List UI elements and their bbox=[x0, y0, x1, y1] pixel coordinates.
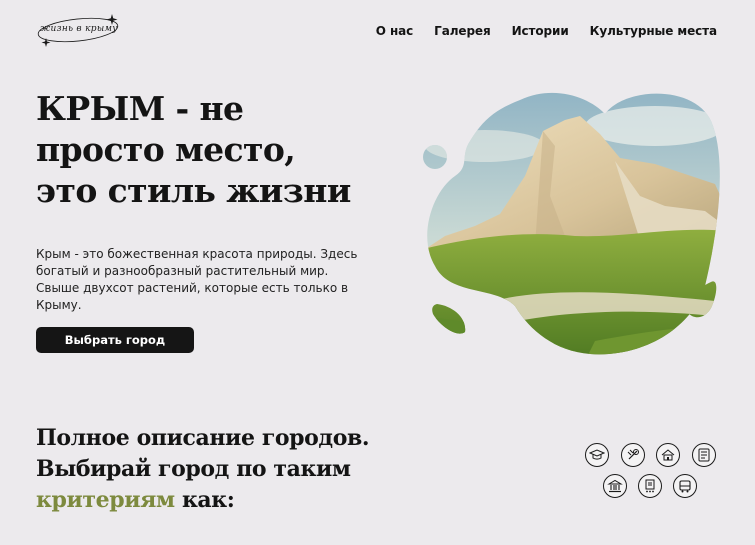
main-nav: О нас Галерея Истории Культурные места bbox=[376, 24, 717, 38]
prices-icon[interactable] bbox=[692, 443, 716, 467]
museum-icon[interactable] bbox=[603, 474, 627, 498]
hero-description: Крым - это божественная красота природы.… bbox=[36, 247, 358, 312]
hero-title: КРЫМ - не просто место, это стиль жизни bbox=[36, 88, 396, 211]
criteria-icons bbox=[584, 441, 720, 503]
logo[interactable]: жизнь в крыму bbox=[34, 12, 124, 50]
criteria-accent-word: критериям bbox=[36, 487, 175, 513]
nav-stories[interactable]: Истории bbox=[512, 24, 569, 38]
hero-title-line-1: КРЫМ - не bbox=[36, 89, 244, 128]
document-icon[interactable] bbox=[638, 474, 662, 498]
hero-title-line-2: просто место, bbox=[36, 130, 296, 169]
education-icon[interactable] bbox=[585, 443, 609, 467]
housing-icon[interactable] bbox=[656, 443, 680, 467]
food-icon[interactable] bbox=[621, 443, 645, 467]
criteria-line-1: Полное описание городов. bbox=[36, 425, 370, 451]
criteria-line-2: Выбирай город по таким bbox=[36, 456, 351, 482]
criteria-line-3-rest: как: bbox=[174, 487, 235, 513]
criteria-heading: Полное описание городов. Выбирай город п… bbox=[36, 423, 436, 516]
crimea-landscape-image bbox=[423, 92, 720, 355]
hero-title-line-3: это стиль жизни bbox=[36, 171, 351, 210]
choose-city-button[interactable]: Выбрать город bbox=[36, 327, 194, 353]
nav-about[interactable]: О нас bbox=[376, 24, 413, 38]
nav-cultural-places[interactable]: Культурные места bbox=[590, 24, 717, 38]
bus-icon[interactable] bbox=[673, 474, 697, 498]
logo-text: жизнь в крыму bbox=[40, 24, 118, 34]
nav-gallery[interactable]: Галерея bbox=[434, 24, 491, 38]
